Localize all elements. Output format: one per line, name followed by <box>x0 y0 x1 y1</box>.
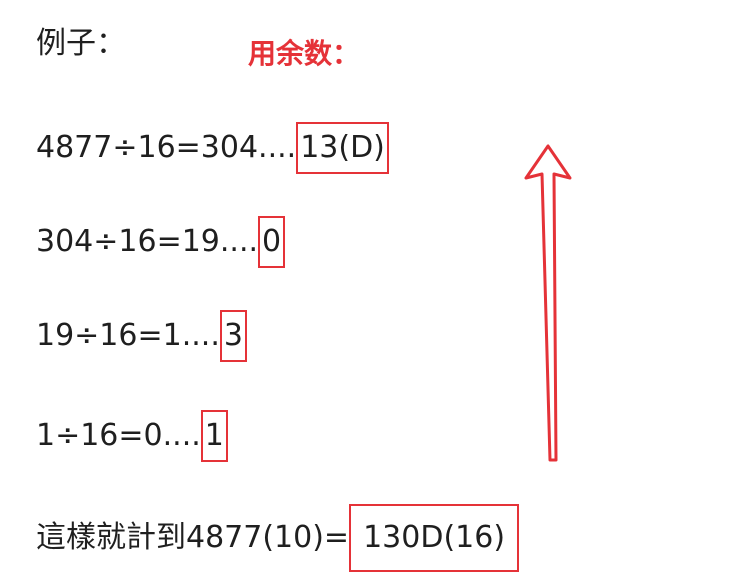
up-arrow-icon <box>524 144 572 462</box>
remainder-box: 13(D) <box>296 122 389 174</box>
result-box: 130D(16) <box>349 504 520 572</box>
remainder-box: 1 <box>200 410 228 462</box>
division-expression: 304÷16=19.... <box>36 224 259 259</box>
remainder-box: 3 <box>219 310 247 362</box>
division-expression: 4877÷16=304.... <box>36 130 297 165</box>
division-row-3: 19÷16=1.... 3 <box>36 310 247 362</box>
division-row-4: 1÷16=0.... 1 <box>36 410 228 462</box>
division-expression: 1÷16=0.... <box>36 418 201 453</box>
division-expression: 19÷16=1.... <box>36 318 220 353</box>
example-heading: 例子： <box>36 26 126 61</box>
division-row-1: 4877÷16=304.... 13(D) <box>36 122 389 174</box>
conclusion-text: 這樣就計到4877(10)= <box>36 520 350 555</box>
conclusion-line: 這樣就計到4877(10)= 130D(16) <box>36 504 520 572</box>
division-row-2: 304÷16=19.... 0 <box>36 216 286 268</box>
remainder-box: 0 <box>258 216 286 268</box>
remainder-annotation: 用余数： <box>248 37 361 70</box>
